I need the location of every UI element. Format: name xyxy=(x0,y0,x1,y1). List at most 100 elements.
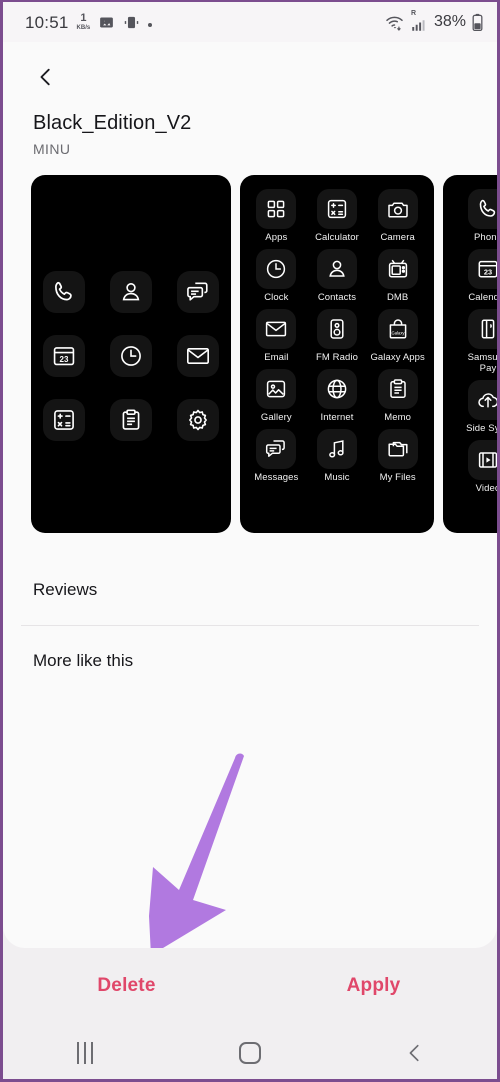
theme-header: Black_Edition_V2 MINU xyxy=(3,94,497,157)
app-label: Galaxy Apps xyxy=(370,352,425,363)
signal-bars-icon: R xyxy=(410,10,428,33)
home-icon xyxy=(239,1041,261,1064)
calculator-icon xyxy=(43,399,86,441)
preview-card-2[interactable]: Apps Calculator Camera Clock Contacts DM… xyxy=(240,175,434,533)
app-clock: Clock xyxy=(246,249,306,303)
preview-card-1[interactable]: 23 xyxy=(31,175,231,533)
app-label: Contacts xyxy=(317,292,357,303)
svg-text:23: 23 xyxy=(484,267,492,276)
app-label: Music xyxy=(324,472,350,483)
wifi-icon xyxy=(385,13,404,32)
more-dot-icon xyxy=(148,23,153,27)
internet-icon xyxy=(316,369,357,409)
contacts-icon xyxy=(109,271,152,313)
samsung-pay-icon xyxy=(468,309,497,349)
preview-app-grid: Phone 23 Calendar xyxy=(443,175,497,494)
memo-icon xyxy=(377,369,418,409)
calendar-icon: 23 xyxy=(43,335,86,377)
app-label: FM Radio xyxy=(315,352,358,363)
app-label: Email xyxy=(264,352,289,363)
app-label: Apps xyxy=(265,232,288,243)
preview-carousel[interactable]: 23 Apps Calculator Camera Clock Contacts… xyxy=(3,175,497,535)
app-label: My Files xyxy=(379,472,416,483)
app-samsung-pay: Samsung Pay xyxy=(458,309,497,374)
galaxy-apps-icon: Galaxy xyxy=(377,309,418,349)
system-navigation-bar xyxy=(3,1024,497,1079)
app-label: Messages xyxy=(254,472,299,483)
phone-icon xyxy=(468,189,497,229)
action-bar: Delete Apply xyxy=(3,948,497,1024)
my-files-icon xyxy=(377,429,418,469)
network-speed-value: 1 xyxy=(80,12,87,24)
app-label: Calendar xyxy=(468,292,497,303)
svg-text:Galaxy: Galaxy xyxy=(391,330,405,335)
preview-app-grid: Apps Calculator Camera Clock Contacts DM… xyxy=(240,175,434,483)
app-apps: Apps xyxy=(246,189,306,243)
settings-icon xyxy=(176,399,219,441)
apps-icon xyxy=(256,189,297,229)
app-label: Calculator xyxy=(315,232,359,243)
app-video: Video xyxy=(458,440,497,494)
home-button[interactable] xyxy=(168,1041,333,1064)
app-dmb: DMB xyxy=(368,249,428,303)
app-label: DMB xyxy=(386,292,409,303)
app-camera: Camera xyxy=(368,189,428,243)
theme-author: MINU xyxy=(33,141,71,157)
nav-back-icon xyxy=(409,1044,419,1061)
apply-button[interactable]: Apply xyxy=(250,975,497,997)
content-area: Black_Edition_V2 MINU 23 Apps Calculator… xyxy=(3,42,497,948)
app-contacts: Contacts xyxy=(307,249,367,303)
video-icon xyxy=(468,440,497,480)
network-speed-unit: KB/s xyxy=(76,25,91,31)
preview-icon-grid: 23 xyxy=(31,271,231,441)
app-label: Camera xyxy=(380,232,415,243)
section-reviews[interactable]: Reviews xyxy=(3,555,497,625)
music-icon xyxy=(316,429,357,469)
side-sync-icon xyxy=(468,380,497,420)
phone-screen: 10:51 1 KB/s R 38% Black_Edition_V2 MINU… xyxy=(0,0,500,1082)
clock-icon xyxy=(109,335,152,377)
app-label: Gallery xyxy=(260,412,292,423)
clock-icon xyxy=(256,249,297,289)
phone-icon xyxy=(43,271,86,313)
page-title: Black_Edition_V2 xyxy=(33,112,192,134)
vibrate-icon xyxy=(123,14,140,31)
app-email: Email xyxy=(246,309,306,363)
image-icon xyxy=(98,14,115,31)
app-memo: Memo xyxy=(368,369,428,423)
chevron-left-icon xyxy=(40,68,50,86)
section-label: More like this xyxy=(33,651,134,670)
app-label: Phone xyxy=(474,232,497,243)
nav-back-button[interactable] xyxy=(332,1042,497,1064)
app-fm-radio: FM Radio xyxy=(307,309,367,363)
app-gallery: Gallery xyxy=(246,369,306,423)
preview-card-3[interactable]: Phone 23 Calendar xyxy=(443,175,497,533)
status-bar: 10:51 1 KB/s R 38% xyxy=(3,2,497,42)
gallery-icon xyxy=(256,369,297,409)
app-phone: Phone xyxy=(458,189,497,243)
app-calculator: Calculator xyxy=(307,189,367,243)
recents-button[interactable] xyxy=(3,1041,168,1064)
battery-icon xyxy=(472,13,483,32)
app-label: Samsung Pay xyxy=(467,352,497,374)
calendar-icon: 23 xyxy=(468,249,497,289)
dmb-icon xyxy=(377,249,418,289)
app-galaxy-apps: Galaxy Galaxy Apps xyxy=(368,309,428,363)
app-label: Video xyxy=(475,483,497,494)
app-side-sync: Side Sync xyxy=(458,380,497,434)
app-label: Side Sync xyxy=(466,423,497,434)
delete-button[interactable]: Delete xyxy=(3,975,250,997)
battery-percent: 38% xyxy=(433,13,466,30)
section-more-like-this[interactable]: More like this xyxy=(3,626,497,696)
back-button[interactable] xyxy=(29,60,63,94)
back-row xyxy=(3,42,497,94)
email-icon xyxy=(176,335,219,377)
email-icon xyxy=(256,309,297,349)
status-bar-right: R 38% xyxy=(385,10,483,33)
app-calendar: 23 Calendar xyxy=(458,249,497,303)
app-internet: Internet xyxy=(307,369,367,423)
app-music: Music xyxy=(307,429,367,483)
app-label: Clock xyxy=(264,292,289,303)
detail-sections: Reviews More like this xyxy=(3,555,497,696)
svg-text:23: 23 xyxy=(60,355,69,364)
